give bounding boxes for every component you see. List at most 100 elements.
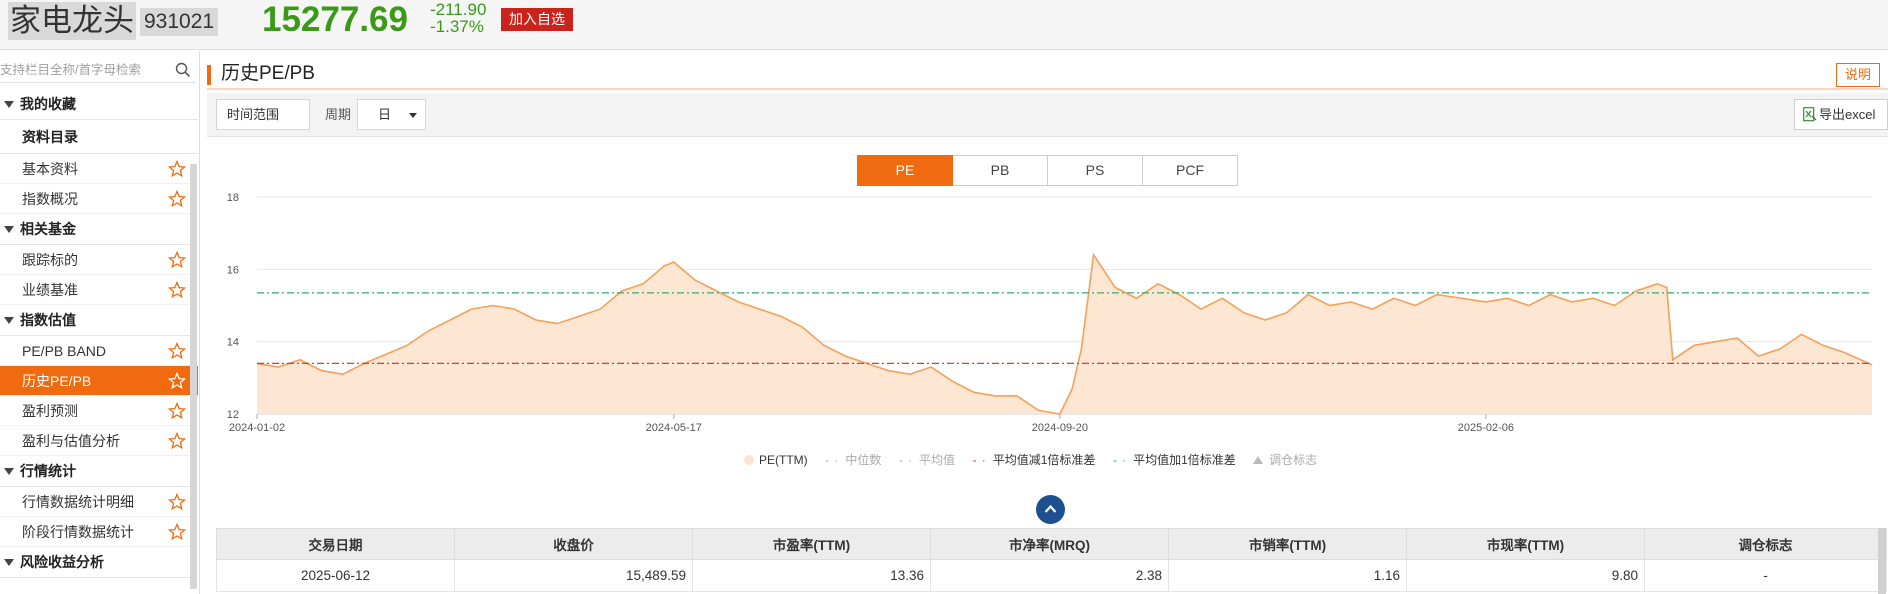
sidebar-item-period-stats[interactable]: 阶段行情数据统计 xyxy=(0,517,198,547)
sidebar-menu: 我的收藏 资料目录 基本资料 指数概况 相关基金 跟踪标的 业绩基准 指数估值 … xyxy=(0,89,198,578)
time-range-button[interactable]: 时间范围 xyxy=(216,99,310,130)
sidebar-search xyxy=(0,57,196,83)
x-tick-label: 2024-09-20 xyxy=(1032,422,1088,434)
star-icon[interactable] xyxy=(168,160,186,178)
group-label: 指数估值 xyxy=(20,312,76,328)
pe-area-fill xyxy=(257,254,1872,414)
sidebar-item-earnings-forecast[interactable]: 盈利预测 xyxy=(0,396,198,426)
sidebar-item-label: 跟踪标的 xyxy=(22,252,78,268)
x-tick-label: 2025-02-06 xyxy=(1458,422,1514,434)
title-accent-bar xyxy=(207,65,211,85)
sidebar-group-favorites[interactable]: 我的收藏 xyxy=(0,89,198,120)
sidebar-item-tracking-target[interactable]: 跟踪标的 xyxy=(0,245,198,275)
index-code: 931021 xyxy=(140,8,219,36)
sidebar-catalog-heading: 资料目录 xyxy=(0,120,198,154)
cell-close: 15,489.59 xyxy=(454,559,693,592)
sidebar-item-historical-pepb[interactable]: 历史PE/PB xyxy=(0,366,198,396)
search-icon[interactable] xyxy=(174,61,192,79)
table-row[interactable]: 2025-06-12 15,489.59 13.36 2.38 1.16 9.8… xyxy=(216,559,1887,592)
sidebar-item-label: 历史PE/PB xyxy=(22,373,92,389)
sidebar-item-label: 盈利与估值分析 xyxy=(22,433,120,449)
sidebar-item-label: 阶段行情数据统计 xyxy=(22,524,134,540)
legend-dash-icon: - · xyxy=(898,453,914,467)
star-icon[interactable] xyxy=(168,251,186,269)
sidebar-item-basic-info[interactable]: 基本资料 xyxy=(0,154,198,184)
collapse-triangle-icon xyxy=(4,558,14,566)
collapse-chart-button[interactable] xyxy=(1036,495,1065,524)
legend-item-mean-plus-std[interactable]: - · 平均值加1倍标准差 xyxy=(1113,451,1236,468)
star-icon[interactable] xyxy=(168,342,186,360)
star-icon[interactable] xyxy=(168,372,186,390)
sidebar-item-label: PE/PB BAND xyxy=(22,343,107,359)
group-label: 风险收益分析 xyxy=(20,554,104,570)
export-excel-button[interactable]: 导出excel xyxy=(1794,99,1888,130)
sidebar-group-index-valuation[interactable]: 指数估值 xyxy=(0,305,198,336)
star-icon[interactable] xyxy=(168,493,186,511)
legend-item-rebalance[interactable]: 调仓标志 xyxy=(1253,451,1317,468)
cell-pb: 2.38 xyxy=(930,559,1169,592)
panel-title: 历史PE/PB xyxy=(221,63,315,84)
explain-button[interactable]: 说明 xyxy=(1836,63,1880,87)
tab-ps[interactable]: PS xyxy=(1047,155,1143,186)
collapse-triangle-icon xyxy=(4,225,14,233)
sidebar-group-risk-return[interactable]: 风险收益分析 xyxy=(0,547,198,578)
col-header-ps[interactable]: 市销率(TTM) xyxy=(1168,528,1407,560)
col-header-pcf[interactable]: 市现率(TTM) xyxy=(1406,528,1645,560)
collapse-triangle-icon xyxy=(4,467,14,475)
legend-item-mean[interactable]: - · 平均值 xyxy=(899,451,955,468)
star-icon[interactable] xyxy=(168,432,186,450)
sidebar-item-label: 基本资料 xyxy=(22,161,78,177)
sidebar-item-index-overview[interactable]: 指数概况 xyxy=(0,184,198,214)
legend-dash-icon: - · xyxy=(1112,453,1128,467)
sidebar-group-related-funds[interactable]: 相关基金 xyxy=(0,214,198,245)
chevron-down-icon xyxy=(409,113,417,118)
add-to-watchlist-button[interactable]: 加入自选 xyxy=(501,8,573,31)
cell-pe: 13.36 xyxy=(692,559,931,592)
table-scrollbar[interactable] xyxy=(1878,528,1886,594)
legend-item-median[interactable]: - · 中位数 xyxy=(825,451,881,468)
index-price: 15277.69 xyxy=(262,0,408,39)
star-icon[interactable] xyxy=(168,402,186,420)
period-select[interactable]: 日 xyxy=(357,99,426,130)
sidebar-item-label: 业绩基准 xyxy=(22,282,78,298)
sidebar-item-market-detail[interactable]: 行情数据统计明细 xyxy=(0,487,198,517)
cell-rebalance: - xyxy=(1644,559,1887,592)
sidebar-item-pepb-band[interactable]: PE/PB BAND xyxy=(0,336,198,366)
metric-tabs: PE PB PS PCF xyxy=(857,155,1238,186)
collapse-triangle-icon xyxy=(4,100,14,108)
col-header-pe[interactable]: 市盈率(TTM) xyxy=(692,528,931,560)
sidebar-group-market-stats[interactable]: 行情统计 xyxy=(0,456,198,487)
excel-export-icon xyxy=(1803,107,1817,122)
sidebar-item-benchmark[interactable]: 业绩基准 xyxy=(0,275,198,305)
cell-ps: 1.16 xyxy=(1168,559,1407,592)
price-change-pct: -1.37% xyxy=(430,17,484,36)
sidebar-item-label: 盈利预测 xyxy=(22,403,78,419)
chevron-up-icon xyxy=(1044,504,1057,513)
group-label: 行情统计 xyxy=(20,463,76,479)
col-header-rebalance[interactable]: 调仓标志 xyxy=(1644,528,1887,560)
legend-item-pe[interactable]: PE(TTM) xyxy=(744,453,808,467)
collapse-triangle-icon xyxy=(4,316,14,324)
chart-toolbar: 时间范围 周期 日 导出excel xyxy=(207,93,1888,137)
col-header-pb[interactable]: 市净率(MRQ) xyxy=(930,528,1169,560)
star-icon[interactable] xyxy=(168,190,186,208)
col-header-close[interactable]: 收盘价 xyxy=(454,528,693,560)
star-icon[interactable] xyxy=(168,523,186,541)
sidebar-item-label: 行情数据统计明细 xyxy=(22,494,134,510)
y-tick-label: 16 xyxy=(227,264,239,276)
legend-triangle-icon xyxy=(1253,456,1264,464)
sidebar-scrollbar[interactable] xyxy=(190,164,197,589)
sidebar-search-input[interactable] xyxy=(0,57,172,83)
period-label: 周期 xyxy=(325,107,352,122)
tab-pe[interactable]: PE xyxy=(857,155,953,186)
tab-pcf[interactable]: PCF xyxy=(1142,155,1238,186)
sidebar-item-earnings-valuation[interactable]: 盈利与估值分析 xyxy=(0,426,198,456)
cell-pcf: 9.80 xyxy=(1406,559,1645,592)
tab-pb[interactable]: PB xyxy=(952,155,1048,186)
star-icon[interactable] xyxy=(168,281,186,299)
valuation-table: 交易日期 收盘价 市盈率(TTM) 市净率(MRQ) 市销率(TTM) 市现率(… xyxy=(216,528,1887,592)
pe-history-chart[interactable]: 12 14 16 18 2024-01-02 2024-05-17 2024-09-20 20… xyxy=(207,188,1888,438)
export-excel-label: 导出excel xyxy=(1819,107,1876,122)
legend-item-mean-minus-std[interactable]: - · 平均值减1倍标准差 xyxy=(972,451,1095,468)
col-header-date[interactable]: 交易日期 xyxy=(216,528,455,560)
